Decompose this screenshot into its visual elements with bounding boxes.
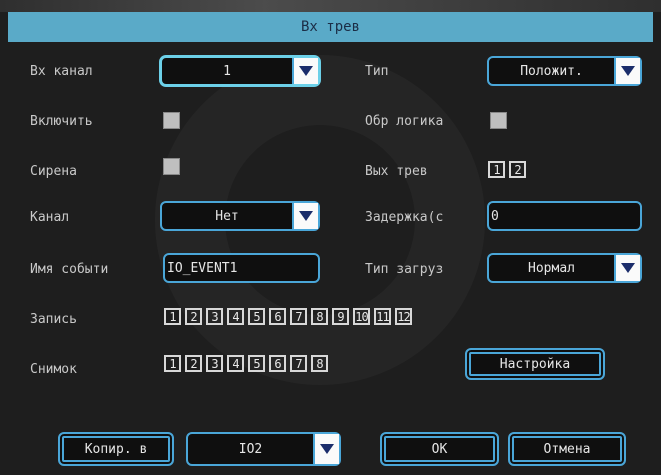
record-label: Запись [30,312,77,327]
record-channel-8[interactable]: 8 [311,308,328,325]
record-channel-5[interactable]: 5 [248,308,265,325]
record-channel-6[interactable]: 6 [269,308,286,325]
record-channel-10[interactable]: 10 [353,308,370,325]
siren-checkbox[interactable] [163,158,180,175]
record-channel-2[interactable]: 2 [185,308,202,325]
copy-target-value: IO2 [238,441,263,457]
snapshot-channel-1[interactable]: 1 [164,355,181,372]
event-name-label: Имя событи [30,262,109,277]
record-channel-3[interactable]: 3 [206,308,223,325]
load-type-label: Тип загруз [365,262,444,277]
snapshot-channel-5[interactable]: 5 [248,355,265,372]
snapshot-channel-6[interactable]: 6 [269,355,286,372]
copy-to-button[interactable]: Копир. в [58,432,174,466]
inverse-logic-label: Обр логика [365,114,444,129]
input-channel-value: 1 [223,63,231,79]
record-channel-4[interactable]: 4 [227,308,244,325]
record-channel-7[interactable]: 7 [290,308,307,325]
snapshot-channel-7[interactable]: 7 [290,355,307,372]
load-type-value: Нормал [528,260,575,276]
type-label: Тип [365,64,389,79]
inverse-logic-checkbox[interactable] [490,112,507,129]
copy-target-select[interactable]: IO2 [186,432,341,466]
record-channel-11[interactable]: 11 [374,308,391,325]
snapshot-channel-2[interactable]: 2 [185,355,202,372]
delay-label: Задержка(с [365,210,444,225]
input-channel-label: Вх канал [30,64,93,79]
dialog-title: Вх трев [8,12,653,42]
channel-select[interactable]: Нет [160,201,320,231]
event-name-input[interactable]: IO_EVENT1 [163,253,320,283]
chevron-down-icon[interactable] [614,58,640,84]
record-channel-9[interactable]: 9 [332,308,349,325]
chevron-down-icon[interactable] [292,203,318,229]
alarm-out-label: Вых трев [365,164,428,179]
channel-value: Нет [215,208,239,224]
setup-button[interactable]: Настройка [465,348,605,380]
delay-input[interactable]: 0 [487,201,642,231]
type-select[interactable]: Положит. [487,56,642,86]
chevron-down-icon[interactable] [292,58,318,84]
record-channel-12[interactable]: 12 [395,308,412,325]
enable-checkbox[interactable] [163,112,180,129]
watermark-bar [0,0,661,12]
chevron-down-icon[interactable] [614,255,640,281]
snapshot-label: Снимок [30,362,77,377]
snapshot-channel-list: 12345678 [164,355,328,372]
enable-label: Включить [30,114,93,129]
siren-label: Сирена [30,164,77,179]
ok-button[interactable]: OK [380,432,499,466]
chevron-down-icon[interactable] [313,434,339,464]
cancel-button[interactable]: Отмена [508,432,626,466]
type-value: Положит. [520,63,583,79]
alarm-out-list: 1 2 [488,161,526,178]
alarm-out-1[interactable]: 1 [488,161,505,178]
snapshot-channel-8[interactable]: 8 [311,355,328,372]
snapshot-channel-4[interactable]: 4 [227,355,244,372]
alarm-input-dialog: Вх трев Вх канал 1 Тип Положит. Включить… [0,0,661,475]
alarm-out-2[interactable]: 2 [509,161,526,178]
record-channel-1[interactable]: 1 [164,308,181,325]
load-type-select[interactable]: Нормал [487,253,642,283]
snapshot-channel-3[interactable]: 3 [206,355,223,372]
record-channel-list: 1 2 3 4 5 6 7 8 9 10 11 12 [164,308,412,325]
input-channel-select[interactable]: 1 [160,56,320,86]
channel-label: Канал [30,210,70,225]
